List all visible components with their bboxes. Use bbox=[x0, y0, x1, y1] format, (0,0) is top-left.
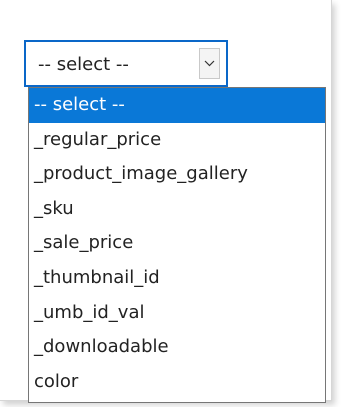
option-color[interactable]: color bbox=[29, 365, 325, 400]
dropdown-list: -- select -- _regular_price _product_ima… bbox=[28, 87, 326, 403]
panel: -- select -- -- select -- _regular_price… bbox=[0, 0, 332, 403]
option-regular-price[interactable]: _regular_price bbox=[29, 123, 325, 158]
option-thumbnail-id[interactable]: _thumbnail_id bbox=[29, 261, 325, 296]
option-umb-id-val[interactable]: _umb_id_val bbox=[29, 296, 325, 331]
select-value: -- select -- bbox=[38, 54, 129, 75]
option-product-image-gallery[interactable]: _product_image_gallery bbox=[29, 157, 325, 192]
option-select-placeholder[interactable]: -- select -- bbox=[29, 88, 325, 123]
option-sku[interactable]: _sku bbox=[29, 192, 325, 227]
option-downloadable[interactable]: _downloadable bbox=[29, 330, 325, 365]
dropdown-arrow-button[interactable] bbox=[199, 48, 220, 79]
chevron-down-icon bbox=[204, 60, 215, 67]
meta-key-select[interactable]: -- select -- bbox=[24, 40, 228, 87]
option-sale-price[interactable]: _sale_price bbox=[29, 226, 325, 261]
